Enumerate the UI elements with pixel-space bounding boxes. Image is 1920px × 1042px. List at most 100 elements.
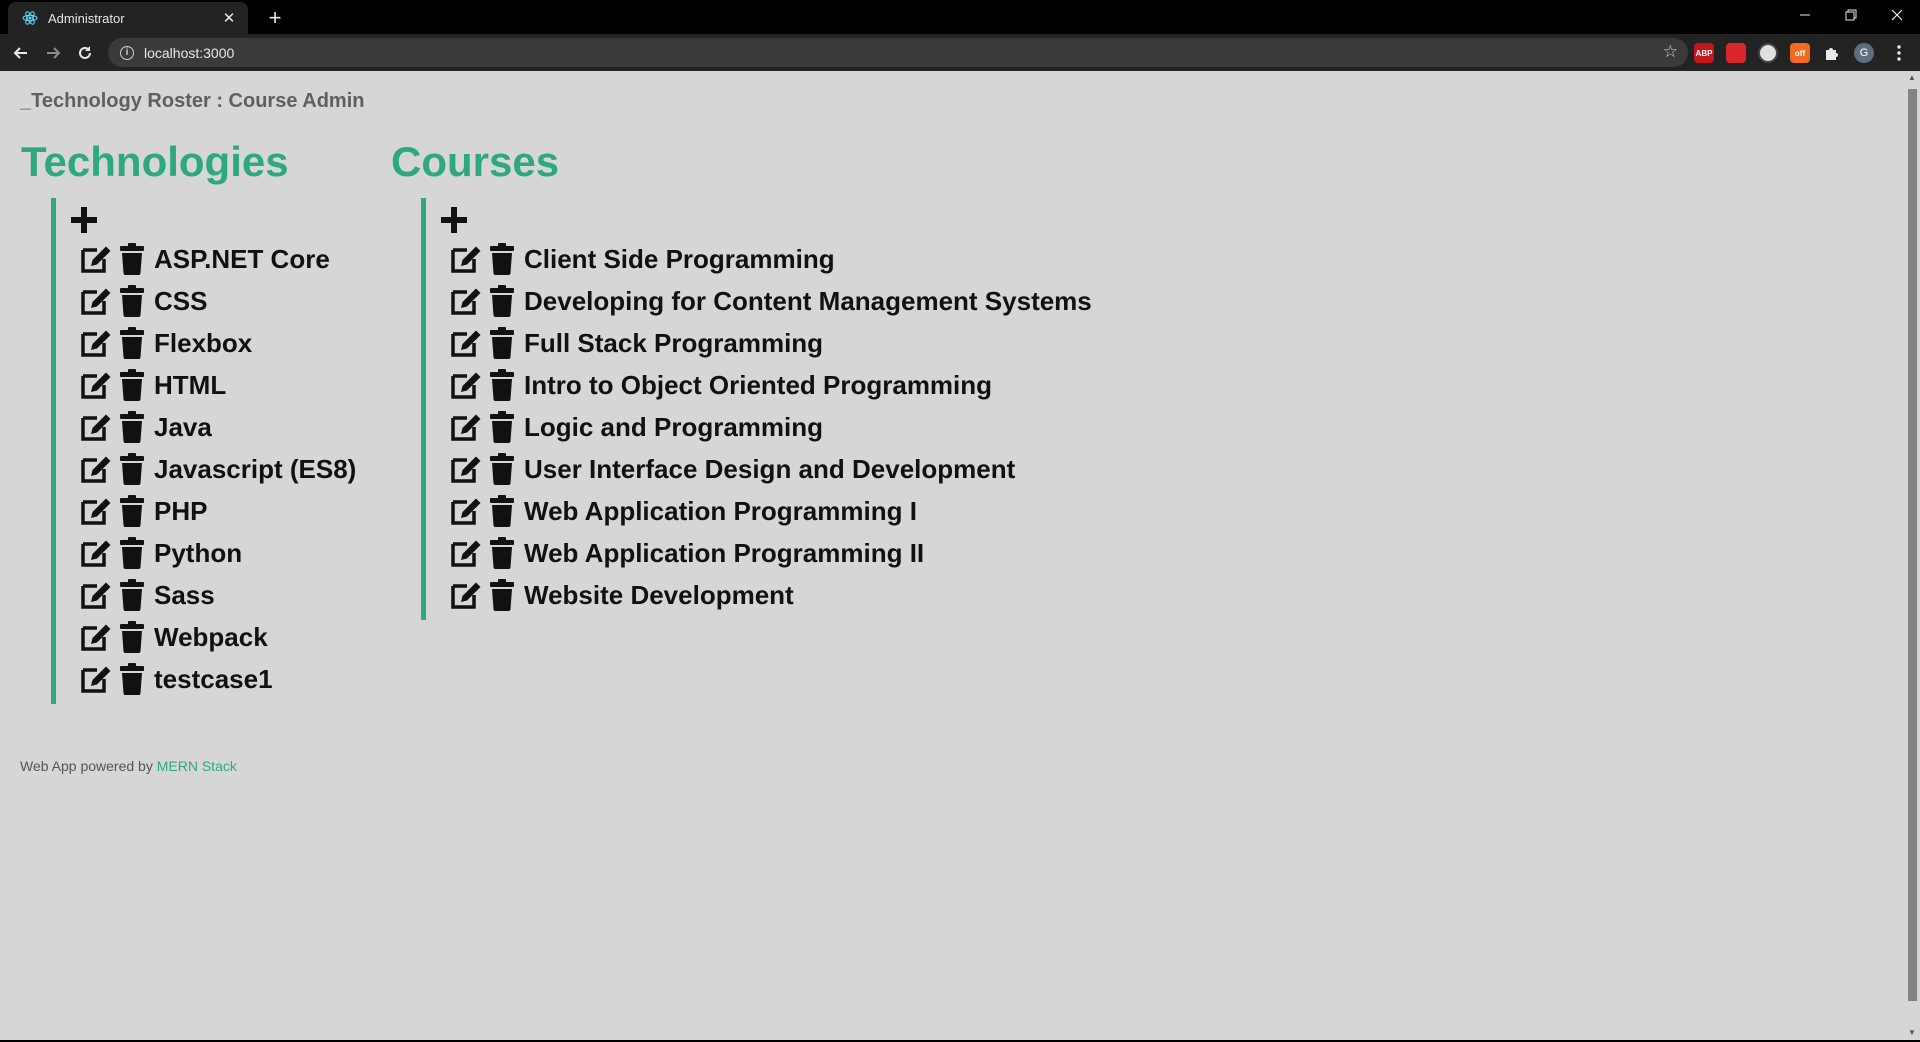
browser-tab[interactable]: Administrator ✕ [8,2,248,34]
course-row: Intro to Object Oriented Programming [441,364,1092,406]
edit-icon[interactable] [78,368,114,402]
technology-name: Python [154,537,243,568]
course-row: Logic and Programming [441,406,1092,448]
courses-heading: Courses [391,138,560,185]
trash-icon[interactable] [114,536,150,570]
edit-icon[interactable] [448,578,484,612]
extension-circle-icon[interactable] [1758,43,1778,63]
forward-arrow-icon[interactable] [40,40,66,66]
trash-icon[interactable] [114,326,150,360]
edit-icon[interactable] [78,620,114,654]
footer: Web App powered by MERN Stack [20,758,237,774]
trash-icon[interactable] [484,410,520,444]
course-row: Developing for Content Management System… [441,280,1092,322]
trash-icon[interactable] [114,452,150,486]
edit-icon[interactable] [448,326,484,360]
course-row: Client Side Programming [441,238,1092,280]
tab-title: Administrator [48,10,125,26]
tab-strip: Administrator ✕ + [0,0,1920,34]
trash-icon[interactable] [114,620,150,654]
courses-section: Courses Client Side Programming Developin… [391,138,1092,620]
edit-icon[interactable] [78,242,114,276]
trash-icon[interactable] [114,368,150,402]
technology-name: PHP [154,495,208,526]
edit-icon[interactable] [78,536,114,570]
technology-row: ASP.NET Core [71,238,356,280]
edit-icon[interactable] [78,284,114,318]
technologies-section: Technologies ASP.NET Core CSS Flexbox HTML J… [21,138,356,704]
course-row: Web Application Programming II [441,532,1092,574]
trash-icon[interactable] [114,284,150,318]
edit-icon[interactable] [78,494,114,528]
close-window-button[interactable] [1874,0,1920,30]
edit-icon[interactable] [448,242,484,276]
edit-icon[interactable] [78,452,114,486]
page-content: _Technology Roster : Course Admin Techno… [0,71,1904,1040]
edit-icon[interactable] [78,326,114,360]
edit-icon[interactable] [448,536,484,570]
technology-name: testcase1 [154,663,273,694]
scroll-down-arrow-icon[interactable]: ▼ [1907,1028,1917,1038]
edit-icon[interactable] [78,410,114,444]
edit-icon[interactable] [448,368,484,402]
trash-icon[interactable] [484,326,520,360]
trash-icon[interactable] [484,494,520,528]
course-name: Website Development [524,579,794,610]
scrollbar-thumb[interactable] [1908,89,1917,1001]
add-technology-button[interactable] [71,202,356,238]
extension-red-icon[interactable] [1726,43,1746,63]
course-name: User Interface Design and Development [524,453,1016,484]
course-row: Web Application Programming I [441,490,1092,532]
new-tab-button[interactable]: + [262,5,288,31]
technology-row: PHP [71,490,356,532]
edit-icon[interactable] [448,284,484,318]
trash-icon[interactable] [484,452,520,486]
course-name: Logic and Programming [524,411,824,442]
trash-icon[interactable] [114,662,150,696]
profile-avatar-icon[interactable]: G [1854,43,1874,63]
address-bar[interactable]: i localhost:3000 ☆ [108,38,1688,67]
adblock-plus-icon[interactable]: ABP [1694,43,1714,63]
technology-row: Flexbox [71,322,356,364]
technology-name: HTML [154,369,227,400]
restore-button[interactable] [1828,0,1874,30]
course-name: Web Application Programming I [524,495,917,526]
edit-icon[interactable] [448,410,484,444]
edit-icon[interactable] [78,578,114,612]
trash-icon[interactable] [114,494,150,528]
back-arrow-icon[interactable] [8,40,34,66]
technology-row: Python [71,532,356,574]
technology-row: Java [71,406,356,448]
trash-icon[interactable] [484,536,520,570]
edit-icon[interactable] [448,452,484,486]
trash-icon[interactable] [484,242,520,276]
edit-icon[interactable] [448,494,484,528]
technology-name: Webpack [154,621,268,652]
reload-icon[interactable] [72,40,98,66]
trash-icon[interactable] [484,368,520,402]
technology-name: ASP.NET Core [154,243,330,274]
edit-icon[interactable] [78,662,114,696]
add-course-button[interactable] [441,202,1092,238]
scroll-up-arrow-icon[interactable]: ▲ [1907,73,1917,83]
mern-stack-link[interactable]: MERN Stack [157,758,237,774]
trash-icon[interactable] [484,284,520,318]
site-info-icon[interactable]: i [120,45,134,60]
vertical-scrollbar[interactable]: ▲ ▼ [1904,71,1920,1040]
bookmark-star-icon[interactable]: ☆ [1663,42,1678,62]
trash-icon[interactable] [114,578,150,612]
trash-icon[interactable] [114,242,150,276]
trash-icon[interactable] [484,578,520,612]
extensions-puzzle-icon[interactable] [1822,43,1842,63]
course-row: Full Stack Programming [441,322,1092,364]
technology-row: Javascript (ES8) [71,448,356,490]
browser-menu-icon[interactable] [1886,40,1912,66]
technology-name: CSS [154,285,208,316]
technology-name: Flexbox [154,327,253,358]
extension-off-icon[interactable]: off [1790,43,1810,63]
plus-icon [441,207,467,233]
minimize-button[interactable] [1782,0,1828,30]
technology-name: Sass [154,579,215,610]
tab-close-icon[interactable]: ✕ [220,9,238,27]
trash-icon[interactable] [114,410,150,444]
